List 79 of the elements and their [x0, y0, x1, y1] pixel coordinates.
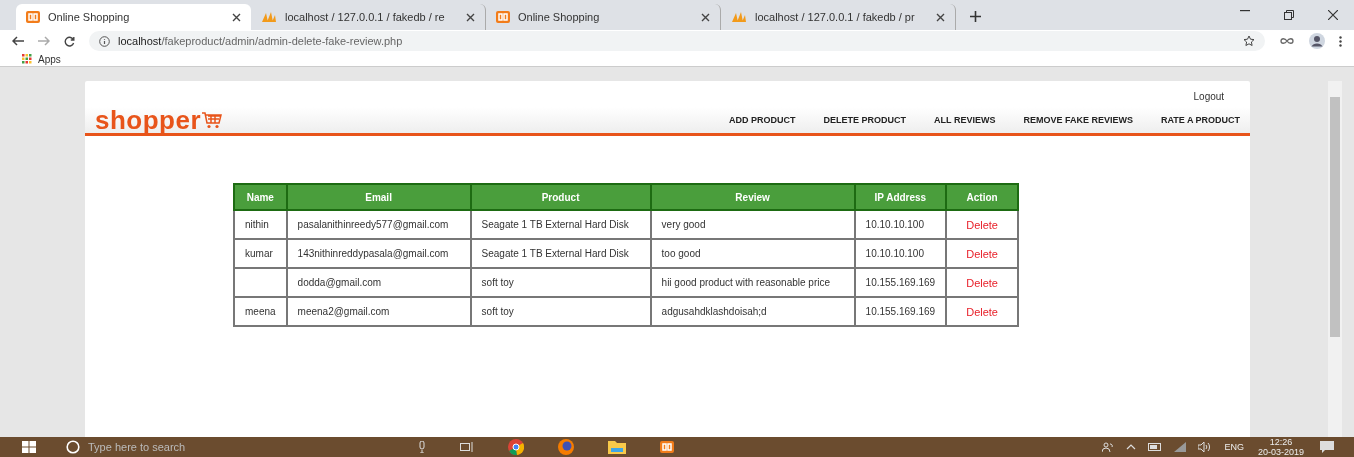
browser-tab[interactable]: Online Shopping — [486, 4, 721, 30]
nav-link[interactable]: ADD PRODUCT — [729, 115, 796, 125]
url-text: localhost/fakeproduct/admin/admin-delete-fake-review.php — [118, 35, 403, 47]
task-view-icon[interactable] — [460, 442, 474, 452]
table-cell: nithin — [234, 210, 287, 239]
delete-link[interactable]: Delete — [957, 247, 1008, 260]
column-header: Review — [650, 184, 855, 210]
address-bar[interactable]: localhost/fakeproduct/admin/admin-delete-fake-review.php — [89, 31, 1265, 51]
column-header: Name — [234, 184, 287, 210]
reload-icon[interactable] — [64, 35, 75, 47]
wifi-icon[interactable] — [1174, 442, 1187, 452]
cart-icon — [201, 111, 224, 129]
table-cell: meena — [234, 297, 287, 326]
column-header: IP Address — [854, 184, 947, 210]
close-icon[interactable] — [232, 12, 241, 22]
restore-icon[interactable] — [1284, 10, 1294, 20]
table-cell: meena2@gmail.com — [286, 297, 471, 326]
table-cell: dodda@gmail.com — [286, 268, 471, 297]
menu-icon[interactable] — [1339, 35, 1342, 47]
delete-link[interactable]: Delete — [957, 305, 1008, 318]
delete-link[interactable]: Delete — [957, 276, 1008, 289]
chevron-up-icon[interactable] — [1126, 444, 1137, 450]
minimize-icon[interactable] — [1240, 10, 1250, 12]
table-cell: 10.155.169.169 — [854, 297, 947, 326]
taskbar-clock[interactable]: 12:26 20-03-2019 — [1257, 437, 1304, 457]
table-cell: adgusahdklashdoisah;d — [650, 297, 855, 326]
close-icon[interactable] — [936, 12, 945, 22]
bookmark-link[interactable]: Apps — [38, 53, 61, 65]
close-icon[interactable] — [466, 12, 475, 22]
nav-link[interactable]: REMOVE FAKE REVIEWS — [1023, 115, 1133, 125]
table-cell: 143nithinreddypasala@gmail.com — [286, 239, 471, 268]
column-header: Email — [286, 184, 471, 210]
table-cell: 10.10.10.100 — [854, 239, 947, 268]
scrollbar[interactable] — [1328, 81, 1342, 437]
nav-link[interactable]: RATE A PRODUCT — [1160, 115, 1241, 125]
table-cell: Seagate 1 TB External Hard Disk — [470, 239, 651, 268]
close-icon[interactable] — [701, 12, 710, 22]
apps-icon[interactable] — [22, 54, 32, 64]
column-header: Action — [946, 184, 1019, 210]
new-tab-icon[interactable] — [970, 11, 981, 22]
firefox-icon[interactable] — [558, 439, 574, 455]
nav-link[interactable]: DELETE PRODUCT — [823, 115, 907, 125]
sailboat-icon — [261, 11, 277, 23]
table-cell: kumar — [234, 239, 287, 268]
taskbar-search[interactable]: Type here to search — [56, 437, 296, 457]
info-icon — [99, 35, 110, 47]
speaker-icon[interactable] — [1198, 442, 1213, 452]
chrome-icon[interactable] — [508, 439, 524, 455]
table-cell: pasalanithinreedy577@gmail.com — [286, 210, 471, 239]
close-icon[interactable] — [1328, 10, 1338, 20]
windows-icon[interactable] — [22, 441, 36, 453]
cortana-icon — [66, 440, 80, 454]
battery-icon[interactable] — [1148, 443, 1163, 451]
table-cell: Seagate 1 TB External Hard Disk — [470, 210, 651, 239]
nav-link[interactable]: ALL REVIEWS — [934, 115, 996, 125]
table-cell: hii good product with reasonable price — [650, 268, 855, 297]
avatar-icon[interactable] — [1309, 33, 1325, 49]
table-cell: 10.155.169.169 — [854, 268, 947, 297]
table-cell: soft toy — [470, 297, 651, 326]
people-icon[interactable] — [1102, 442, 1115, 452]
back-icon[interactable] — [12, 36, 24, 46]
microphone-icon[interactable] — [418, 441, 426, 453]
table-cell: very good — [650, 210, 855, 239]
table-cell: soft toy — [470, 268, 651, 297]
table-cell: 10.10.10.100 — [854, 210, 947, 239]
table-cell: too good — [650, 239, 855, 268]
sailboat-icon — [731, 11, 747, 23]
language-indicator[interactable]: ENG — [1224, 442, 1244, 452]
browser-tab[interactable]: localhost / 127.0.0.1 / fakedb / re — [251, 4, 486, 30]
star-icon[interactable] — [1243, 35, 1255, 47]
browser-tab[interactable]: Online Shopping — [16, 4, 251, 30]
column-header: Product — [470, 184, 651, 210]
logout-link[interactable]: Logout — [1193, 91, 1225, 107]
browser-tab[interactable]: localhost / 127.0.0.1 / fakedb / pr — [721, 4, 956, 30]
delete-link[interactable]: Delete — [957, 218, 1008, 231]
folder-icon[interactable] — [608, 440, 626, 454]
table-cell — [234, 268, 287, 297]
infinity-icon[interactable] — [1279, 37, 1295, 45]
notification-icon[interactable] — [1320, 441, 1334, 453]
